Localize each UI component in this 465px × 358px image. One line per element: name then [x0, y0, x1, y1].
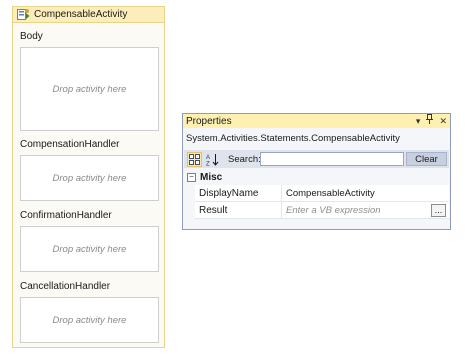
svg-text:A: A	[206, 155, 210, 161]
drop-placeholder: Drop activity here	[52, 314, 127, 326]
dropdown-arrow-icon[interactable]: ▾	[416, 114, 421, 128]
drop-placeholder: Drop activity here	[52, 83, 127, 95]
displayname-value[interactable]: CompensableActivity	[286, 188, 375, 199]
property-grid: DisplayName CompensableActivity Result E…	[195, 185, 449, 219]
column-divider	[281, 202, 282, 219]
activity-header[interactable]: CompensableActivity	[13, 7, 164, 23]
selected-object-type: System.Activities.Statements.Compensable…	[186, 133, 400, 144]
compensable-activity-designer[interactable]: CompensableActivity Body Drop activity h…	[12, 6, 165, 348]
property-row-displayname[interactable]: DisplayName CompensableActivity	[195, 185, 449, 202]
search-input[interactable]	[260, 152, 404, 166]
compensable-activity-icon	[17, 8, 30, 21]
section-label-compensation-handler: CompensationHandler	[20, 139, 120, 150]
properties-title: Properties	[186, 115, 232, 127]
property-name: Result	[199, 205, 228, 216]
activity-title: CompensableActivity	[34, 9, 128, 20]
drop-zone-body[interactable]: Drop activity here	[20, 47, 159, 131]
close-icon[interactable]: ✕	[439, 114, 447, 128]
property-row-result[interactable]: Result Enter a VB expression ...	[195, 202, 449, 219]
category-row-misc[interactable]: − Misc	[184, 170, 449, 184]
drop-zone-cancellation-handler[interactable]: Drop activity here	[20, 297, 159, 343]
collapse-toggle-icon[interactable]: −	[187, 172, 196, 182]
properties-panel: Properties ▾ ✕ System.Activities.Stateme…	[182, 113, 451, 230]
column-divider	[281, 185, 282, 202]
svg-text:Z: Z	[206, 161, 210, 166]
expression-editor-button[interactable]: ...	[431, 204, 446, 217]
drop-zone-confirmation-handler[interactable]: Drop activity here	[20, 226, 159, 272]
search-label: Search:	[228, 153, 261, 165]
categorized-icon[interactable]	[187, 151, 202, 167]
properties-title-bar[interactable]: Properties ▾ ✕	[183, 114, 450, 128]
drop-zone-compensation-handler[interactable]: Drop activity here	[20, 155, 159, 201]
section-label-cancellation-handler: CancellationHandler	[20, 281, 111, 292]
property-name: DisplayName	[199, 188, 259, 199]
alphabetical-sort-icon[interactable]: A Z	[205, 152, 220, 167]
drop-placeholder: Drop activity here	[52, 243, 127, 255]
category-name: Misc	[200, 171, 223, 183]
pin-icon[interactable]	[426, 114, 434, 128]
properties-toolbar: A Z Search: Clear	[184, 150, 449, 168]
result-expression-input[interactable]: Enter a VB expression	[286, 205, 381, 216]
drop-placeholder: Drop activity here	[52, 172, 127, 184]
section-label-body: Body	[20, 31, 43, 42]
section-label-confirmation-handler: ConfirmationHandler	[20, 210, 112, 221]
clear-button[interactable]: Clear	[406, 152, 447, 166]
